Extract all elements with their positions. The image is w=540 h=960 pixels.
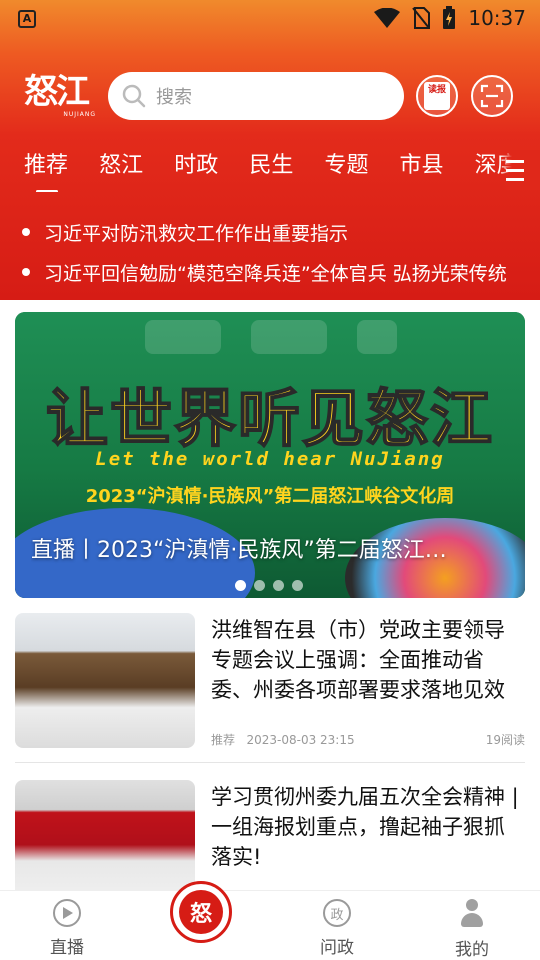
scan-button[interactable]: [471, 75, 513, 117]
app-logo[interactable]: 怒江 NUJIANG: [24, 74, 100, 118]
nav-home-logo-button[interactable]: 怒: [170, 881, 232, 943]
no-sim-icon: [412, 7, 431, 29]
user-icon: [459, 899, 485, 929]
wifi-icon: [374, 8, 401, 28]
banner-english-title: Let the world hear NuJiang: [95, 448, 445, 470]
banner-caption: 直播丨2023“沪滇情·民族风”第二届怒江峡谷文化周: [31, 538, 451, 563]
clock: 10:37: [468, 6, 526, 30]
user-icon-body: [461, 913, 483, 927]
banner-sponsor-logos: [145, 320, 397, 354]
article-item[interactable]: 洪维智在县（市）党政主要领导专题会议上强调：全面推动省委、州委各项部署要求落地见…: [15, 613, 525, 773]
headline-item[interactable]: 习近平回信勉励“模范空降兵连”全体官兵 弘扬光荣传统: [22, 252, 522, 292]
menu-icon-line: [506, 177, 524, 181]
logo-text: 怒江: [24, 72, 90, 112]
carousel-dot[interactable]: [254, 580, 265, 591]
article-title: 学习贯彻州委九届五次全会精神 | 一组海报划重点，撸起袖子狠抓落实!: [211, 785, 519, 869]
bullet-dot: [22, 268, 30, 276]
scan-icon: [480, 84, 504, 108]
carousel-dot[interactable]: [292, 580, 303, 591]
tab-recommend[interactable]: 推荐: [24, 148, 68, 192]
header-background: A 10:37 怒江 NUJIANG 搜索 读报 推荐 怒江 时政 民生 专题 …: [0, 0, 540, 300]
bottom-navigation: 直播 怒 政 问政 我的: [0, 881, 540, 960]
nav-ask-politics[interactable]: 政 问政: [297, 899, 377, 958]
home-logo-icon: 怒: [179, 890, 223, 934]
politics-icon: 政: [323, 899, 351, 927]
user-icon-head: [466, 899, 478, 911]
read-button-label: 读报: [427, 85, 446, 95]
tab-livelihood[interactable]: 民生: [249, 148, 293, 192]
headline-text: 习近平对防汛救灾工作作出重要指示: [44, 222, 349, 245]
status-bar: A 10:37: [0, 0, 540, 36]
headline-list: 习近平对防汛救灾工作作出重要指示 习近平回信勉励“模范空降兵连”全体官兵 弘扬光…: [22, 212, 522, 292]
carousel-indicator: [235, 580, 303, 591]
nav-live-label: 直播: [50, 938, 84, 958]
banner-subtitle: 2023“沪滇情·民族风”第二届怒江峡谷文化周: [85, 486, 455, 507]
article-read-count: 19阅读: [485, 733, 525, 747]
status-icons: 10:37: [374, 6, 526, 30]
carousel-dot[interactable]: [235, 580, 246, 591]
bullet-dot: [22, 228, 30, 236]
sponsor-logo: [357, 320, 397, 354]
channel-menu-button[interactable]: [500, 150, 540, 190]
banner-carousel[interactable]: 让世界听见怒江 Let the world hear NuJiang 2023“…: [15, 312, 525, 598]
article-meta: 推荐 2023-08-03 23:15: [211, 731, 355, 748]
feed: 让世界听见怒江 Let the world hear NuJiang 2023“…: [0, 300, 540, 915]
nav-ask-label: 问政: [320, 938, 354, 958]
tab-counties[interactable]: 市县: [400, 148, 444, 192]
tab-nujiang[interactable]: 怒江: [99, 148, 143, 192]
article-title: 洪维智在县（市）党政主要领导专题会议上强调：全面推动省委、州委各项部署要求落地见…: [211, 618, 505, 702]
divider: [15, 762, 525, 763]
newspaper-icon: 读报: [424, 82, 450, 110]
app-notification-icon: A: [18, 10, 36, 28]
channel-tabs: 推荐 怒江 时政 民生 专题 市县 深度: [24, 148, 540, 192]
sponsor-logo: [251, 320, 327, 354]
top-bar: 怒江 NUJIANG 搜索 读报: [0, 66, 540, 126]
headline-text: 习近平回信勉励“模范空降兵连”全体官兵 弘扬光荣传统: [44, 262, 507, 285]
sponsor-logo: [145, 320, 221, 354]
battery-charging-icon: [443, 6, 456, 29]
tab-politics[interactable]: 时政: [174, 148, 218, 192]
search-placeholder: 搜索: [156, 87, 192, 108]
search-icon: [122, 84, 146, 108]
headline-item[interactable]: 习近平对防汛救灾工作作出重要指示: [22, 212, 522, 252]
article-channel: 推荐: [211, 733, 236, 747]
search-bar[interactable]: 搜索: [108, 72, 404, 120]
banner-title: 让世界听见怒江: [45, 381, 494, 456]
carousel-dot[interactable]: [273, 580, 284, 591]
article-date: 2023-08-03 23:15: [246, 733, 355, 747]
tab-topics[interactable]: 专题: [324, 148, 368, 192]
play-icon: [53, 899, 81, 927]
nav-mine-label: 我的: [455, 940, 489, 960]
menu-icon-line: [506, 159, 524, 163]
read-newspaper-button[interactable]: 读报: [416, 75, 458, 117]
article-thumbnail: [15, 613, 195, 748]
nav-live[interactable]: 直播: [27, 899, 107, 958]
menu-icon-line: [506, 168, 524, 172]
logo-subtext: NUJIANG: [63, 111, 96, 118]
nav-mine[interactable]: 我的: [432, 899, 512, 960]
